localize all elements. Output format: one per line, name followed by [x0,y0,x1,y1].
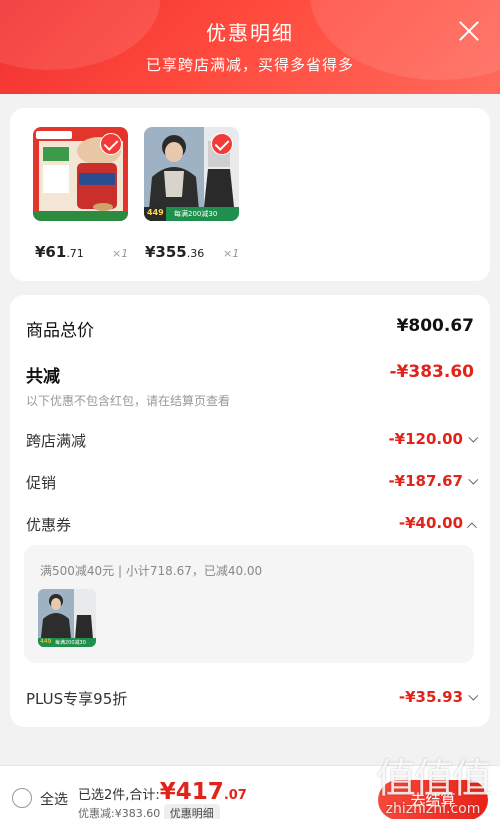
product-qty-2: ×1 [223,247,240,260]
total-price-value: ¥800.67 [396,316,474,336]
chevron-down-icon [468,690,479,701]
reduce-note: 以下优惠不包含红包，请在结算页查看 [26,394,231,408]
image-promo-tag: 每满200减30 [174,210,218,218]
page-subtitle: 已享跨店满减，买得多省得多 [145,56,354,74]
coupon-row[interactable]: 优惠券 -¥40.00 [26,514,477,535]
watermark-glyphs: 值值值 [376,756,492,802]
chevron-up-icon [466,522,477,533]
product-price-1: ¥61.71 [35,243,84,261]
cross-store-label: 跨店满减 [26,432,87,450]
products-card: ¥61.71 ×1 449 每满200减30 ¥355.36 ×1 [10,108,490,281]
product-price-2: ¥355.36 [145,243,205,261]
total-reduce-value: -¥383.60 [389,362,475,382]
selected-check-icon [100,133,122,155]
discount-line: 优惠减:¥383.60 优惠明细 [78,804,220,819]
detail-header: 优惠明细 已享跨店满减，买得多省得多 [0,0,500,94]
selected-summary: 已选2件,合计:¥417.07 [78,779,247,805]
plus-label: PLUS专享95折 [26,690,128,708]
discount-text: 优惠减:¥383.60 [78,807,161,819]
plus-value: -¥35.93 [398,688,463,706]
product-image-2[interactable]: 449 每满200减30 [144,127,239,221]
coupon-label: 优惠券 [26,516,72,534]
select-all-radio[interactable] [12,788,32,808]
selected-count-text: 已选2件,合计: [78,788,160,803]
product-image-1[interactable] [33,127,128,221]
image-price-tag: 449 [147,208,164,217]
total-reduce-label: 共减 [26,367,60,387]
thumb-promo-tag: 每满200减30 [55,640,86,646]
total-price-label: 商品总价 [26,321,94,341]
watermark-site: zhizhizhi.com [385,801,481,817]
product-qty-1: ×1 [112,247,129,260]
promotion-value: -¥187.67 [388,472,463,490]
cross-store-value: -¥120.00 [388,430,463,448]
coupon-detail-box: 满500减40元 | 小计718.67，已减40.00 449 每满200减30 [24,545,474,663]
cross-store-row[interactable]: 跨店满减 -¥120.00 [26,430,479,451]
summary-card: 商品总价 ¥800.67 共减 -¥383.60 以下优惠不包含红包，请在结算页… [10,295,490,727]
coupon-detail-text: 满500减40元 | 小计718.67，已减40.00 [40,564,263,578]
watermark-logo: 值值值 zhizhizhi.com [376,756,492,817]
chevron-down-icon [468,432,479,443]
coupon-value: -¥40.00 [398,514,463,532]
plus-row[interactable]: PLUS专享95折 -¥35.93 [26,688,479,709]
coupon-product-image[interactable]: 449 每满200减30 [38,589,96,647]
chevron-down-icon [468,474,479,485]
thumb-price-tag: 449 [40,638,52,645]
page-title: 优惠明细 [206,21,294,45]
total-reduce-row: 共减 -¥383.60 [26,362,474,387]
detail-tag[interactable]: 优惠明细 [163,804,220,819]
total-price-row: 商品总价 ¥800.67 [26,316,474,341]
select-all-label[interactable]: 全选 [40,789,68,809]
checkout-total-decimals: .07 [223,788,247,803]
promotion-label: 促销 [26,474,57,492]
close-icon[interactable] [456,18,482,44]
selected-check-icon [211,133,233,155]
checkout-total: ¥417 [159,779,224,805]
promotion-row[interactable]: 促销 -¥187.67 [26,472,479,493]
